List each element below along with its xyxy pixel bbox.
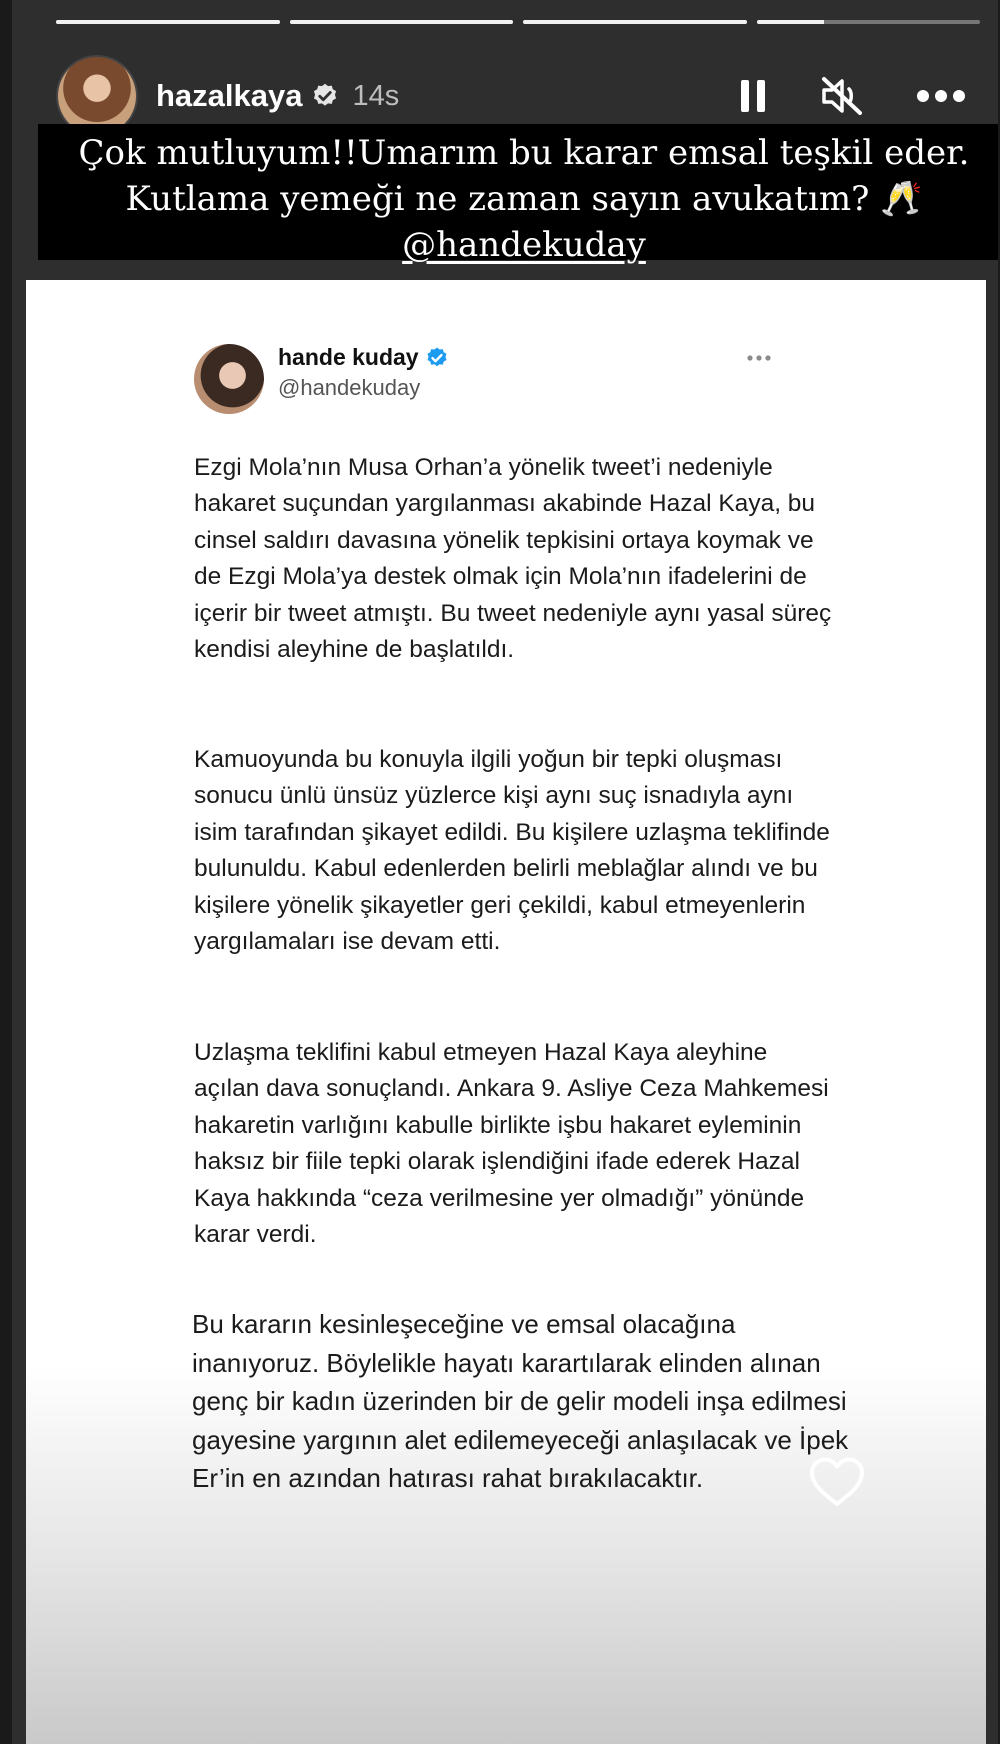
tweet-author: hande kuday @handekuday xyxy=(194,344,449,414)
muted-speaker-icon[interactable] xyxy=(820,76,864,116)
mention-link[interactable]: @handekuday xyxy=(402,225,646,265)
progress-segment xyxy=(523,20,747,24)
story-viewer: hazalkaya 14s hande kuday @handekuday Ez… xyxy=(12,0,998,1744)
verified-badge-icon xyxy=(427,347,447,366)
pause-icon[interactable] xyxy=(738,78,768,114)
story-caption: Çok mutluyum!!Umarım bu karar emsal teşk… xyxy=(38,124,998,265)
tweet-author-name: hande kuday xyxy=(278,344,419,370)
verified-badge-icon xyxy=(313,83,336,106)
tweet-avatar xyxy=(194,344,264,414)
tweet-paragraph: Bu kararın kesinleşeceğine ve emsal olac… xyxy=(192,1309,849,1494)
tweet-author-handle: @handekuday xyxy=(278,375,421,400)
story-progress-bar xyxy=(56,20,980,26)
tweet-paragraph: Ezgi Mola’nın Musa Orhan’a yönelik tweet… xyxy=(194,454,832,664)
tweet-paragraph: Uzlaşma teklifini kabul etmeyen Hazal Ka… xyxy=(194,1039,829,1249)
caption-line: Çok mutluyum!!Umarım bu karar emsal teşk… xyxy=(78,133,970,173)
more-options-icon[interactable] xyxy=(916,89,966,103)
tweet-screenshot: hande kuday @handekuday Ezgi Mola’nın Mu… xyxy=(26,280,986,1744)
progress-segment xyxy=(756,20,980,24)
tweet-paragraph: Kamuoyunda bu konuyla ilgili yoğun bir t… xyxy=(194,746,830,956)
username[interactable]: hazalkaya xyxy=(156,78,303,114)
heart-icon[interactable] xyxy=(808,1456,866,1508)
tweet-more-icon xyxy=(747,355,771,361)
caption-line: Kutlama yemeği ne zaman sayın avukatım? … xyxy=(125,179,923,219)
story-controls xyxy=(738,76,966,116)
progress-segment xyxy=(289,20,513,24)
progress-segment xyxy=(56,20,280,24)
post-time: 14s xyxy=(352,79,400,112)
